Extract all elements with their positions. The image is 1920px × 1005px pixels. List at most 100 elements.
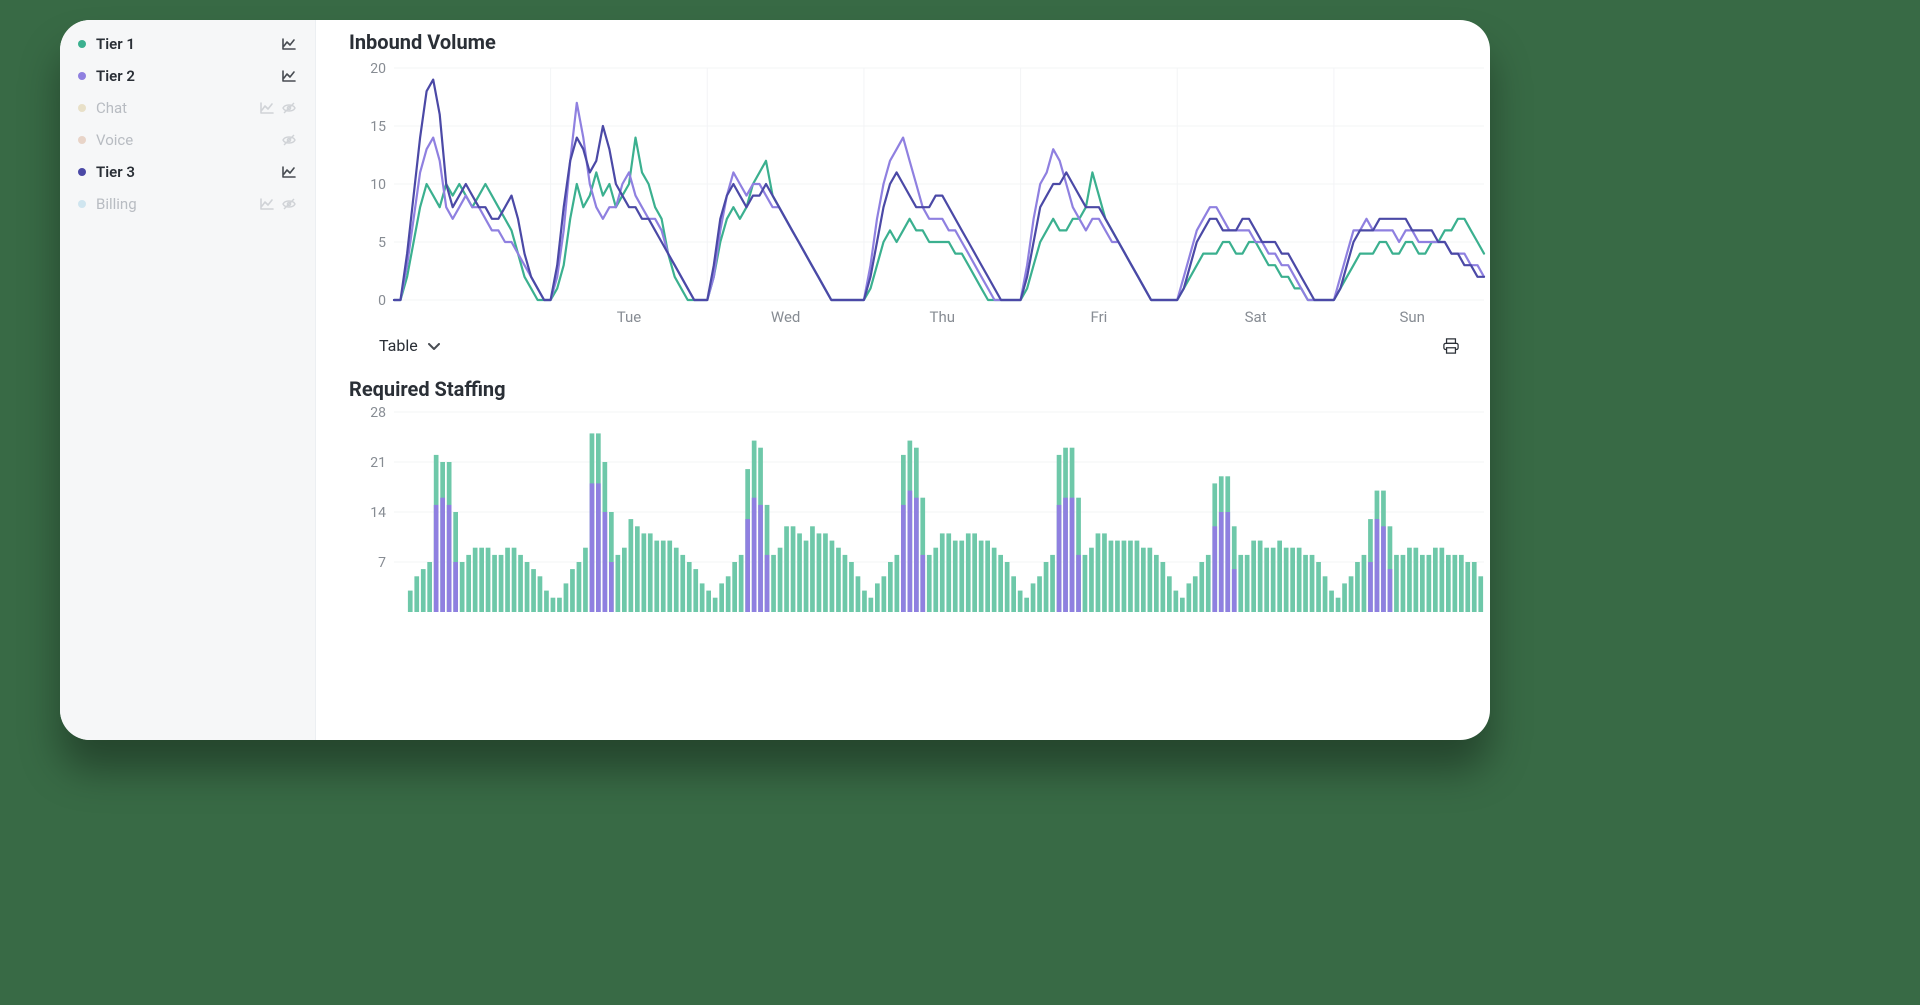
staffing-bar [479, 548, 484, 612]
staffing-bar [674, 548, 679, 612]
series-color-dot [78, 72, 86, 80]
staffing-bar [583, 548, 588, 612]
staffing-bar [635, 526, 640, 612]
staffing-bar [1277, 541, 1282, 612]
eye-off-icon [281, 132, 297, 148]
staffing-bar [1342, 583, 1347, 612]
sidebar-item-label: Tier 1 [96, 35, 135, 53]
table-toggle[interactable]: Table [379, 336, 418, 355]
staffing-bar-overlay [590, 483, 595, 612]
staffing-bar [693, 569, 698, 612]
staffing-bar [1044, 562, 1049, 612]
staffing-bar [791, 526, 796, 612]
staffing-bar [1083, 555, 1088, 612]
staffing-bar [538, 576, 543, 612]
sidebar-item-tier-1[interactable]: Tier 1 [60, 28, 315, 60]
staffing-bar [427, 562, 432, 612]
staffing-bar-overlay [914, 498, 919, 612]
staffing-bar [1290, 548, 1295, 612]
staffing-bar-overlay [1225, 512, 1230, 612]
inbound-volume-svg: 05101520TueWedThuFriSatSun [349, 60, 1489, 330]
staffing-bar-overlay [920, 555, 925, 612]
staffing-bar [460, 562, 465, 612]
staffing-bar [1193, 576, 1198, 612]
staffing-bar-overlay [1232, 569, 1237, 612]
sidebar-item-billing[interactable]: Billing [60, 188, 315, 220]
staffing-bar [1401, 555, 1406, 612]
staffing-bar [895, 555, 900, 612]
staffing-bar [1420, 555, 1425, 612]
svg-text:Sun: Sun [1399, 308, 1424, 326]
svg-text:Fri: Fri [1090, 308, 1107, 326]
staffing-bar [492, 555, 497, 612]
staffing-bar [1187, 583, 1192, 612]
staffing-bar [856, 576, 861, 612]
staffing-bar-overlay [1381, 526, 1386, 612]
staffing-bar [1037, 576, 1042, 612]
staffing-bar [1440, 548, 1445, 612]
staffing-bar-overlay [453, 562, 458, 612]
svg-text:Sat: Sat [1245, 308, 1267, 326]
staffing-bar [642, 533, 647, 612]
staffing-bar [1031, 583, 1036, 612]
table-toggle-row: Table [349, 330, 1480, 363]
svg-text:5: 5 [378, 235, 386, 251]
staffing-bar-overlay [1070, 498, 1075, 612]
series-color-dot [78, 136, 86, 144]
chevron-down-icon[interactable] [426, 338, 442, 354]
staffing-bar [830, 541, 835, 612]
staffing-bar [933, 548, 938, 612]
staffing-bar [771, 555, 776, 612]
staffing-bar [1407, 548, 1412, 612]
sidebar-item-tier-3[interactable]: Tier 3 [60, 156, 315, 188]
svg-text:15: 15 [370, 119, 386, 135]
staffing-bar [616, 555, 621, 612]
series-color-dot [78, 40, 86, 48]
sidebar-item-label: Voice [96, 131, 133, 149]
staffing-bar [1446, 555, 1451, 612]
staffing-bar [1199, 562, 1204, 612]
page-root: Tier 1Tier 2ChatVoiceTier 3Billing Inbou… [0, 0, 1920, 1005]
sidebar-item-tier-2[interactable]: Tier 2 [60, 60, 315, 92]
sidebar-item-voice[interactable]: Voice [60, 124, 315, 156]
staffing-bar [1472, 562, 1477, 612]
staffing-bar [778, 548, 783, 612]
staffing-bar [1394, 555, 1399, 612]
required-staffing-svg: 7142128 [349, 407, 1489, 617]
main-content: Inbound Volume 05101520TueWedThuFriSatSu… [316, 20, 1490, 740]
staffing-bar [739, 555, 744, 612]
app-card: Tier 1Tier 2ChatVoiceTier 3Billing Inbou… [60, 20, 1490, 740]
staffing-bar [998, 555, 1003, 612]
staffing-bar [1362, 555, 1367, 612]
staffing-bar-overlay [440, 498, 445, 612]
staffing-bar [518, 555, 523, 612]
staffing-bar [804, 541, 809, 612]
staffing-bar [1180, 598, 1185, 612]
staffing-bar [700, 583, 705, 612]
sidebar-item-label: Billing [96, 195, 137, 213]
staffing-bar [564, 583, 569, 612]
staffing-bar-overlay [908, 491, 913, 612]
staffing-bar [1355, 562, 1360, 612]
staffing-bar [629, 519, 634, 612]
staffing-bar [946, 533, 951, 612]
svg-text:21: 21 [370, 455, 386, 471]
staffing-bar-overlay [752, 498, 757, 612]
staffing-bar [1024, 598, 1029, 612]
staffing-bar-overlay [434, 505, 439, 612]
svg-text:28: 28 [370, 407, 386, 421]
staffing-bar [1465, 562, 1470, 612]
staffing-bar [1433, 548, 1438, 612]
line-chart-icon [259, 196, 275, 212]
line-chart-icon [281, 68, 297, 84]
staffing-bar [940, 533, 945, 612]
staffing-bar [713, 598, 718, 612]
series-color-dot [78, 168, 86, 176]
staffing-bar [1323, 576, 1328, 612]
staffing-bar [992, 548, 997, 612]
sidebar-item-label: Tier 2 [96, 67, 135, 85]
printer-icon[interactable] [1442, 338, 1460, 354]
staffing-bar [544, 591, 549, 612]
staffing-bar-overlay [765, 555, 770, 612]
sidebar-item-chat[interactable]: Chat [60, 92, 315, 124]
